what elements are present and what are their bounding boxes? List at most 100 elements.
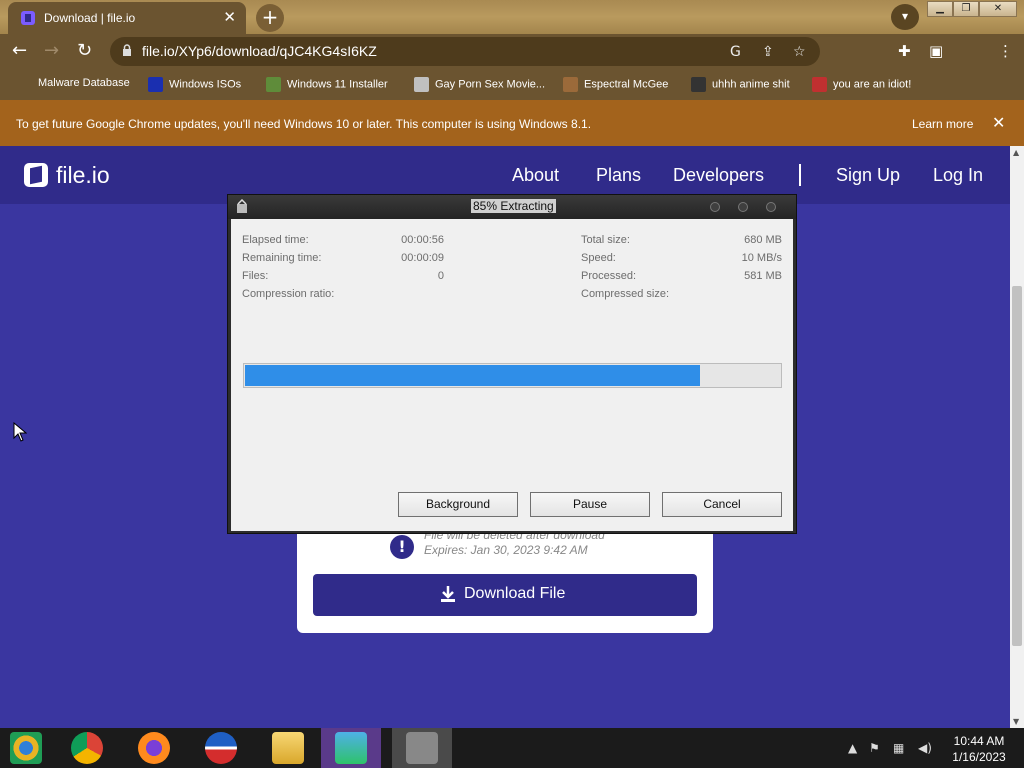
site-logo-text[interactable]: file.io (56, 162, 110, 189)
browser-toolbar: ← → ↻ file.io/XYp6/download/qJC4KG4sI6KZ… (0, 34, 1024, 94)
action-center-flag-icon[interactable]: ⚑ (869, 741, 880, 755)
total-size-value: 680 MB (744, 234, 782, 246)
side-panel-icon[interactable]: ▣ (929, 42, 943, 60)
dialog-titlebar[interactable]: 85% Extracting (228, 195, 796, 219)
compressed-size-label: Compressed size: (581, 288, 670, 300)
nav-about-link[interactable]: About (512, 165, 559, 186)
chrome-icon[interactable] (71, 732, 103, 764)
dialog-body: Elapsed time: 00:00:56 Remaining time: 0… (231, 219, 793, 531)
infobar-close-icon[interactable]: ✕ (992, 113, 1005, 132)
more-menu-icon[interactable]: ⋮ (998, 42, 1013, 60)
scroll-up-icon[interactable]: ▲ (1013, 148, 1019, 157)
clock-time: 10:44 AM (953, 734, 1005, 748)
windows-taskbar: ▲ ⚑ ▦ ◀) 10:44 AM 1/16/2023 (0, 728, 1024, 768)
lock-icon (123, 44, 131, 56)
bookmark-item[interactable]: Windows ISOs (148, 77, 241, 92)
remaining-time-label: Remaining time: (242, 252, 322, 264)
elapsed-time-label: Elapsed time: (242, 234, 309, 246)
dialog-title: 85% Extracting (471, 199, 556, 213)
extraction-progress-bar (243, 363, 782, 388)
file-io-logo-icon[interactable] (24, 163, 48, 187)
7zip-icon (406, 732, 438, 764)
info-icon: ! (390, 535, 414, 559)
download-file-button[interactable]: Download File (313, 574, 697, 616)
processed-label: Processed: (581, 270, 637, 282)
bookmark-item[interactable]: Windows 11 Installer (266, 77, 388, 92)
chevron-down-icon: ▾ (901, 9, 909, 23)
network-icon[interactable]: ▦ (893, 741, 904, 755)
pause-button[interactable]: Pause (530, 492, 650, 517)
back-icon[interactable]: ← (12, 40, 27, 61)
clock-date: 1/16/2023 (952, 750, 1006, 764)
browser-tab[interactable]: Download | file.io ✕ (8, 2, 246, 34)
bookmark-favicon-icon (563, 77, 578, 92)
processed-value: 581 MB (744, 270, 782, 282)
tab-close-icon[interactable]: ✕ (223, 8, 236, 26)
extensions-puzzle-icon[interactable]: ✚ (898, 42, 911, 60)
files-label: Files: (242, 270, 269, 282)
elapsed-time-value: 00:00:56 (401, 234, 444, 246)
reload-icon[interactable]: ↻ (77, 40, 92, 61)
file-io-favicon-icon (21, 11, 35, 25)
obama-logo-icon[interactable] (205, 732, 237, 764)
new-tab-button[interactable]: + (256, 4, 284, 32)
nav-plans-link[interactable]: Plans (596, 165, 641, 186)
7zip-dialog-icon (237, 199, 247, 213)
uk-flag-icon (812, 77, 827, 92)
forward-icon[interactable]: → (44, 40, 59, 61)
learn-more-link[interactable]: Learn more (912, 117, 973, 131)
share-icon[interactable]: ⇪ (762, 44, 774, 60)
tab-search-button[interactable]: ▾ (891, 4, 919, 30)
anime-face-icon (691, 77, 706, 92)
active-taskbar-item[interactable] (392, 728, 452, 768)
nav-divider (799, 164, 801, 186)
close-window-button[interactable]: ✕ (979, 1, 1017, 17)
dialog-close-button[interactable] (766, 202, 776, 212)
background-button[interactable]: Background (398, 492, 518, 517)
tab-title: Download | file.io (44, 11, 136, 25)
bookmark-star-icon[interactable]: ☆ (793, 44, 806, 60)
bookmark-item[interactable]: Espectral McGee (563, 77, 668, 92)
scroll-down-icon[interactable]: ▼ (1013, 717, 1019, 726)
address-bar[interactable]: file.io/XYp6/download/qJC4KG4sI6KZ G ⇪ ☆ (110, 37, 820, 66)
speed-value: 10 MB/s (741, 252, 782, 264)
bookmarks-bar: Malware Database Windows ISOs Windows 11… (0, 70, 1024, 100)
firefox-icon[interactable] (138, 732, 170, 764)
image-icon (266, 77, 281, 92)
bookmark-item[interactable]: Gay Porn Sex Movie... (414, 77, 545, 92)
page-scrollbar[interactable]: ▲ ▼ (1010, 146, 1024, 728)
file-explorer-icon[interactable] (272, 732, 304, 764)
minimize-button[interactable]: ▁ (927, 1, 953, 17)
windows-x-icon (148, 77, 163, 92)
extraction-progress-dialog: 85% Extracting Elapsed time: 00:00:56 Re… (227, 194, 797, 534)
chrome-canary-icon[interactable] (10, 732, 42, 764)
progress-fill (245, 365, 700, 386)
remaining-time-value: 00:00:09 (401, 252, 444, 264)
download-file-label: Download File (464, 585, 566, 602)
scrollbar-thumb[interactable] (1012, 286, 1022, 646)
compression-ratio-label: Compression ratio: (242, 288, 335, 300)
nav-sign-up-link[interactable]: Sign Up (836, 165, 900, 186)
bookmark-favicon-icon (414, 77, 429, 92)
show-hidden-icons-icon[interactable]: ▲ (848, 741, 857, 755)
files-value: 0 (437, 270, 444, 282)
google-lens-icon[interactable]: G (730, 44, 741, 60)
dialog-maximize-button[interactable] (738, 202, 748, 212)
bookmark-item[interactable]: Malware Database (38, 77, 130, 89)
dialog-minimize-button[interactable] (710, 202, 720, 212)
download-icon (441, 586, 455, 602)
url-text: file.io/XYp6/download/qJC4KG4sI6KZ (142, 43, 377, 59)
maximize-button[interactable]: ❐ (953, 1, 979, 17)
nav-developers-link[interactable]: Developers (673, 165, 764, 186)
active-taskbar-item[interactable] (321, 728, 381, 768)
chrome-update-infobar: To get future Google Chrome updates, you… (0, 100, 1024, 146)
mouse-cursor-icon (13, 422, 27, 442)
nav-log-in-link[interactable]: Log In (933, 165, 983, 186)
bookmark-item[interactable]: you are an idiot! (812, 77, 911, 92)
volume-icon[interactable]: ◀) (918, 741, 932, 755)
cancel-button[interactable]: Cancel (662, 492, 782, 517)
expiry-text: Expires: Jan 30, 2023 9:42 AM (424, 543, 588, 557)
system-clock[interactable]: 10:44 AM 1/16/2023 (946, 733, 1012, 765)
total-size-label: Total size: (581, 234, 630, 246)
bookmark-item[interactable]: uhhh anime shit (691, 77, 790, 92)
